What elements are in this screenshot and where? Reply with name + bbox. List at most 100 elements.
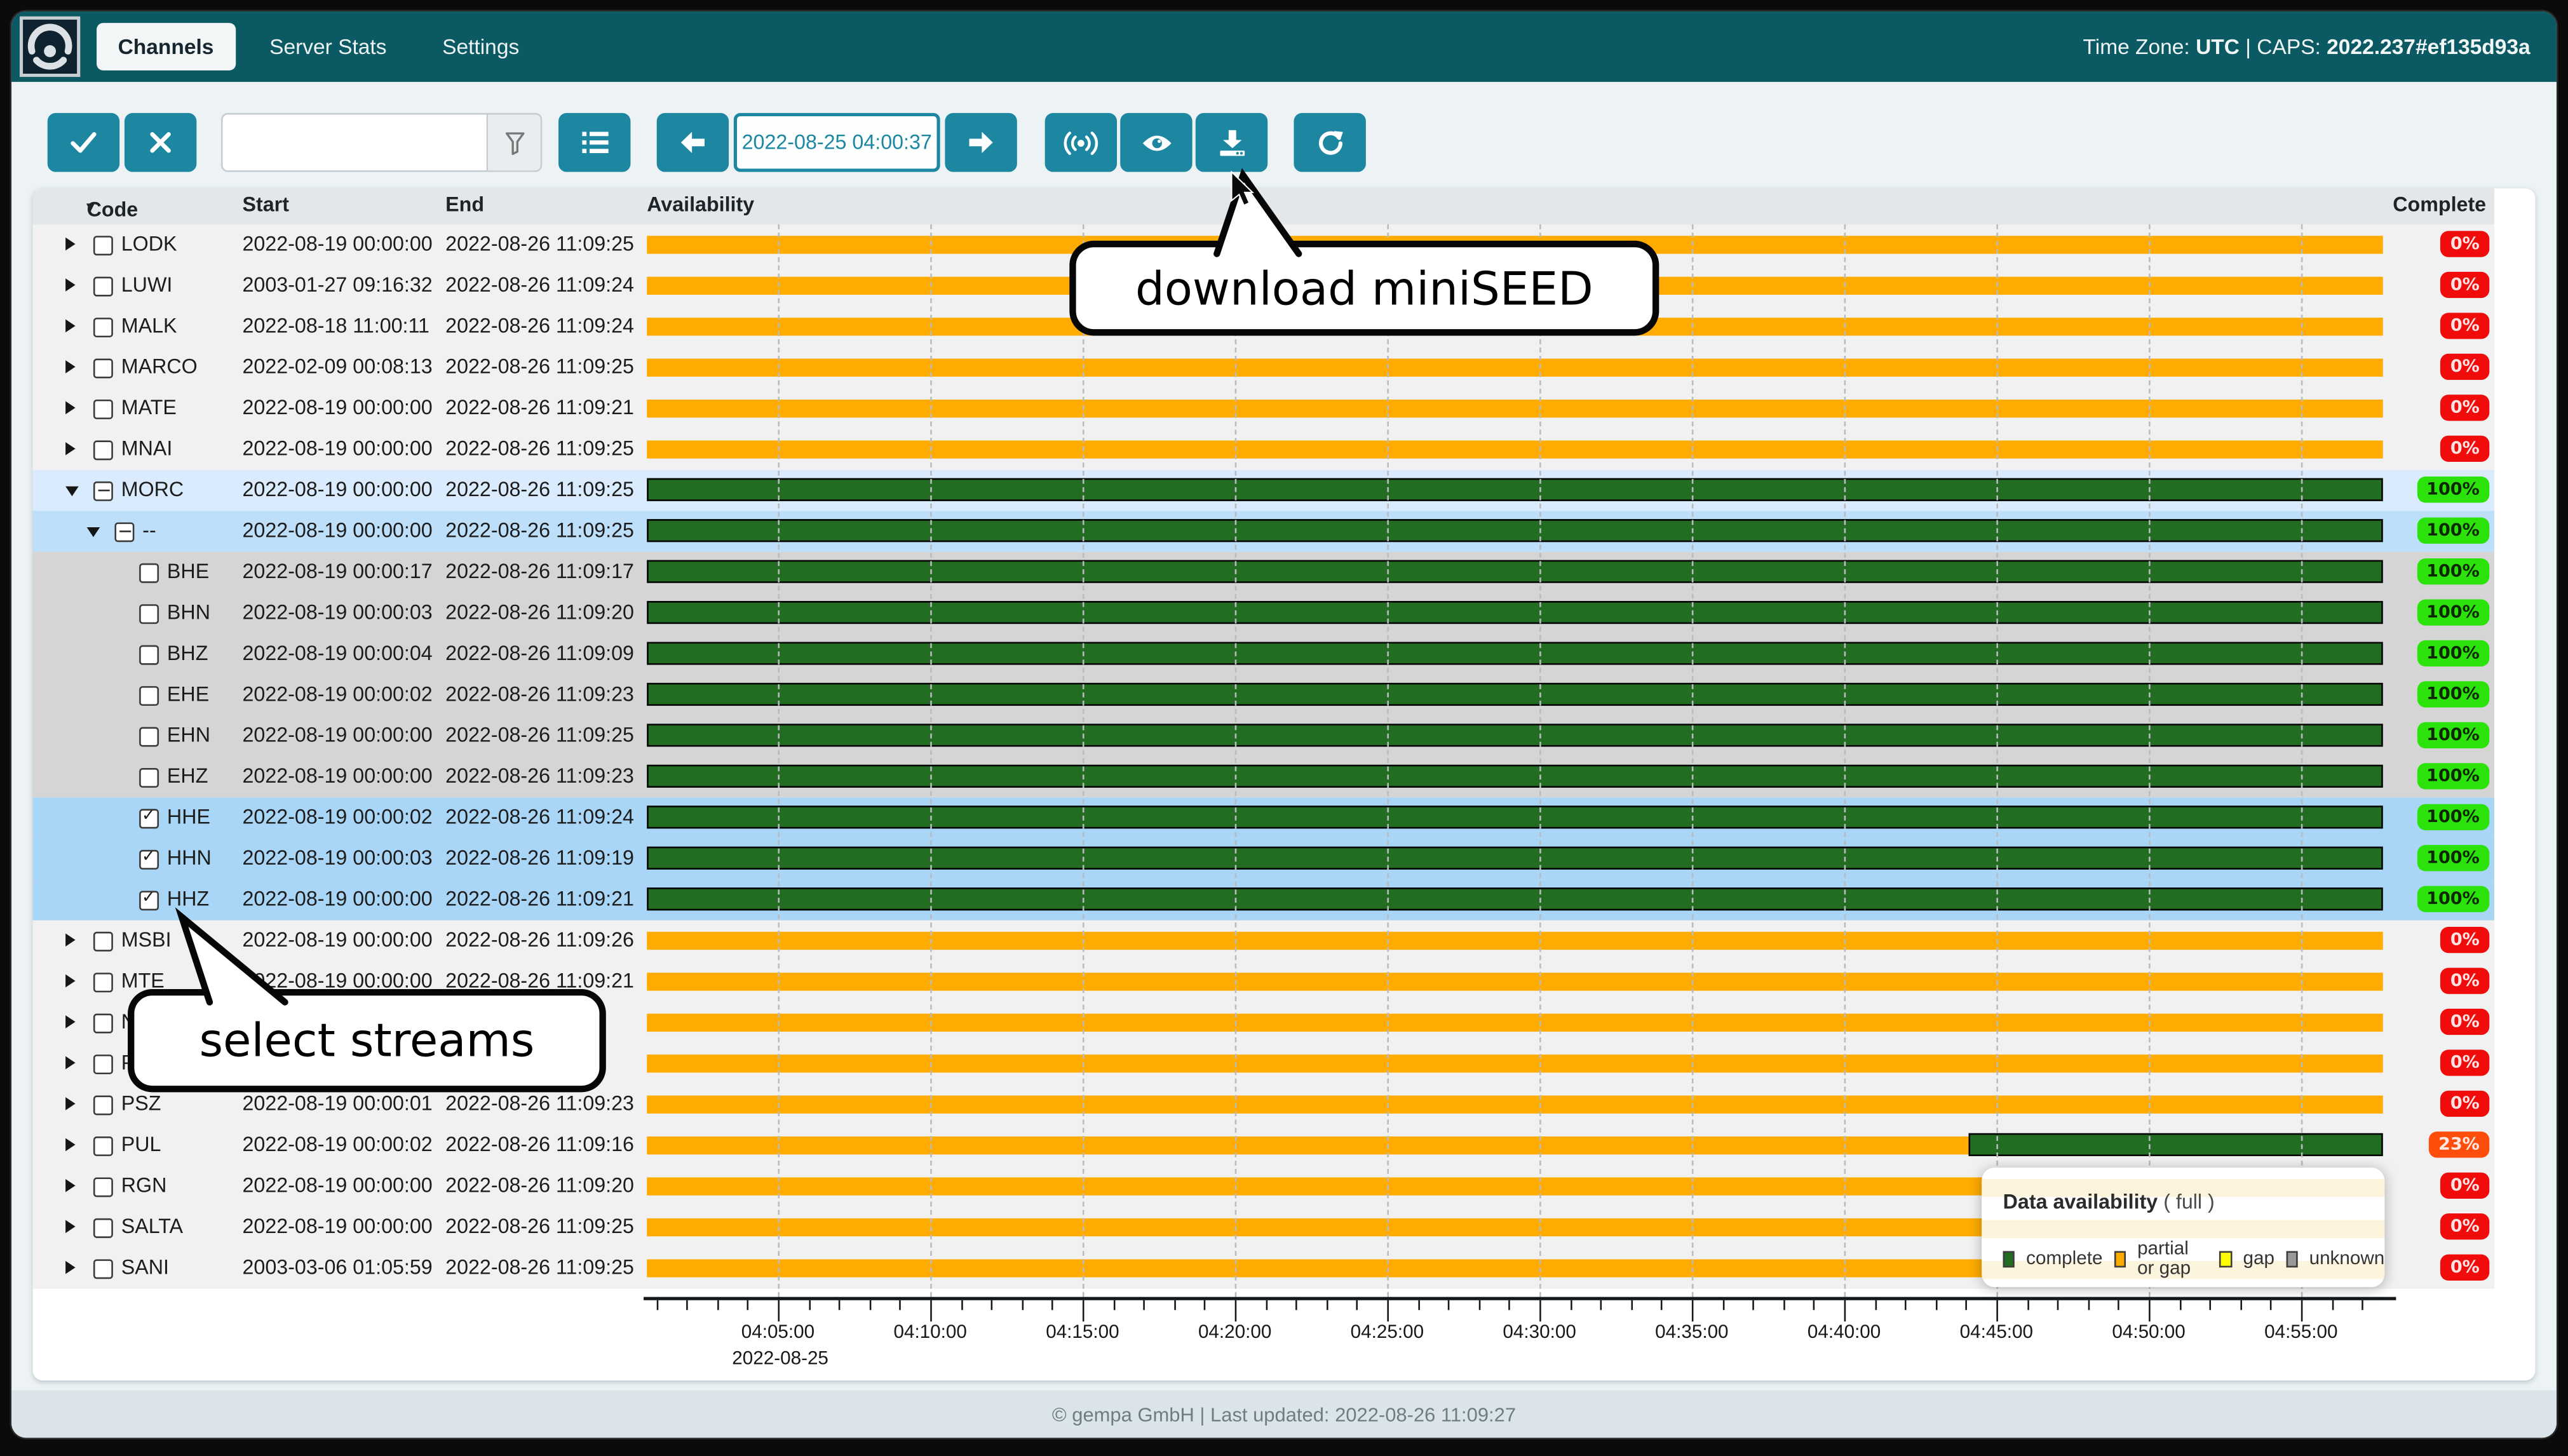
row-checkbox[interactable] [93,276,113,295]
row-checkbox[interactable] [93,440,113,459]
table-row[interactable]: BHZ2022-08-19 00:00:042022-08-26 11:09:0… [33,634,2494,675]
axis-tick [1570,1300,1572,1310]
table-row[interactable]: MNAI2022-08-19 00:00:002022-08-26 11:09:… [33,429,2494,469]
tab-channels[interactable]: Channels [97,23,235,71]
row-checkbox[interactable] [93,1013,113,1032]
expand-arrow-collapsed-icon[interactable] [65,278,75,292]
expand-arrow-collapsed-icon[interactable] [65,1097,75,1110]
tab-settings[interactable]: Settings [421,23,541,71]
availability-bar[interactable] [647,757,2382,797]
refresh-button[interactable] [1294,113,1365,172]
row-checkbox[interactable] [93,1136,113,1156]
prev-window-button[interactable] [657,113,729,172]
row-checkbox[interactable] [93,931,113,950]
col-header-complete[interactable]: Complete [2393,193,2486,216]
row-checkbox[interactable] [93,235,113,255]
row-checkbox[interactable] [93,317,113,337]
row-checkbox[interactable] [93,1258,113,1278]
row-checkbox[interactable] [139,767,159,787]
availability-bar[interactable] [647,634,2382,675]
list-view-button[interactable] [558,113,630,172]
expand-arrow-collapsed-icon[interactable] [65,1015,75,1028]
expand-arrow-collapsed-icon[interactable] [65,1056,75,1070]
availability-bar[interactable] [647,961,2382,1002]
expand-arrow-collapsed-icon[interactable] [65,1220,75,1233]
col-header-availability[interactable]: Availability [647,193,754,216]
row-checkbox[interactable] [139,726,159,746]
filter-input[interactable] [223,114,487,170]
axis-tick [2271,1300,2273,1310]
availability-bar[interactable] [647,593,2382,633]
row-checkbox[interactable] [93,1095,113,1114]
row-checkbox[interactable] [139,890,159,910]
table-row[interactable]: MARCO2022-02-09 00:08:132022-08-26 11:09… [33,347,2494,388]
row-checkbox[interactable] [93,481,113,501]
availability-bar[interactable] [647,797,2382,838]
visibility-button[interactable] [1120,113,1192,172]
row-checkbox[interactable] [93,399,113,419]
row-checkbox[interactable] [139,808,159,828]
availability-bar[interactable] [647,879,2382,920]
table-row[interactable]: --2022-08-19 00:00:002022-08-26 11:09:25… [33,511,2494,551]
row-checkbox[interactable] [93,972,113,992]
expand-arrow-collapsed-icon[interactable] [65,1138,75,1152]
table-row[interactable]: HHE2022-08-19 00:00:022022-08-26 11:09:2… [33,797,2494,838]
availability-bar[interactable] [647,429,2382,469]
datetime-input[interactable] [734,113,940,172]
availability-bar[interactable] [647,347,2382,388]
table-row[interactable]: BHN2022-08-19 00:00:032022-08-26 11:09:2… [33,593,2494,633]
availability-bar[interactable] [647,1084,2382,1125]
availability-bar[interactable] [647,388,2382,429]
table-row[interactable]: EHE2022-08-19 00:00:022022-08-26 11:09:2… [33,675,2494,715]
expand-arrow-collapsed-icon[interactable] [65,360,75,374]
expand-arrow-collapsed-icon[interactable] [65,442,75,455]
row-checkbox[interactable] [93,1176,113,1196]
availability-bar[interactable] [647,839,2382,879]
table-row[interactable]: MATE2022-08-19 00:00:002022-08-26 11:09:… [33,388,2494,429]
expand-arrow-collapsed-icon[interactable] [65,320,75,333]
table-row[interactable]: EHZ2022-08-19 00:00:002022-08-26 11:09:2… [33,757,2494,797]
realtime-button[interactable] [1045,113,1117,172]
col-header-end[interactable]: End [445,193,484,216]
expand-arrow-collapsed-icon[interactable] [65,933,75,947]
tab-server-stats[interactable]: Server Stats [248,23,408,71]
row-checkbox[interactable] [139,685,159,705]
table-row[interactable]: EHN2022-08-19 00:00:002022-08-26 11:09:2… [33,715,2494,756]
expand-arrow-collapsed-icon[interactable] [65,1261,75,1274]
availability-bar[interactable] [647,920,2382,961]
col-header-start[interactable]: Start [243,193,289,216]
expand-arrow-expanded-icon[interactable] [65,485,79,495]
availability-bar[interactable] [647,470,2382,511]
row-checkbox[interactable] [114,522,134,541]
expand-arrow-collapsed-icon[interactable] [65,238,75,251]
availability-bar[interactable] [647,1125,2382,1166]
availability-bar[interactable] [647,675,2382,715]
table-row[interactable]: PUL2022-08-19 00:00:022022-08-26 11:09:1… [33,1125,2494,1166]
apply-selection-button[interactable] [48,113,119,172]
table-row[interactable]: HHN2022-08-19 00:00:032022-08-26 11:09:1… [33,839,2494,879]
row-checkbox[interactable] [93,1218,113,1237]
availability-bar[interactable] [647,1043,2382,1084]
availability-bar[interactable] [647,715,2382,756]
row-checkbox[interactable] [139,849,159,869]
availability-bar[interactable] [647,552,2382,593]
next-window-button[interactable] [945,113,1017,172]
expand-arrow-collapsed-icon[interactable] [65,401,75,415]
download-button[interactable] [1196,113,1267,172]
expand-arrow-expanded-icon[interactable] [87,527,100,536]
table-row[interactable]: HHZ2022-08-19 00:00:002022-08-26 11:09:2… [33,879,2494,920]
availability-bar[interactable] [647,1002,2382,1043]
table-row[interactable]: BHE2022-08-19 00:00:172022-08-26 11:09:1… [33,552,2494,593]
table-row[interactable]: MSBI2022-08-19 00:00:002022-08-26 11:09:… [33,920,2494,961]
filter-funnel-segment[interactable] [487,114,541,170]
row-checkbox[interactable] [139,603,159,623]
table-row[interactable]: MORC2022-08-19 00:00:002022-08-26 11:09:… [33,470,2494,511]
row-checkbox[interactable] [139,562,159,582]
availability-bar[interactable] [647,511,2382,551]
expand-arrow-collapsed-icon[interactable] [65,974,75,988]
row-checkbox[interactable] [139,644,159,664]
clear-selection-button[interactable] [125,113,196,172]
row-checkbox[interactable] [93,358,113,377]
row-checkbox[interactable] [93,1054,113,1074]
expand-arrow-collapsed-icon[interactable] [65,1179,75,1192]
